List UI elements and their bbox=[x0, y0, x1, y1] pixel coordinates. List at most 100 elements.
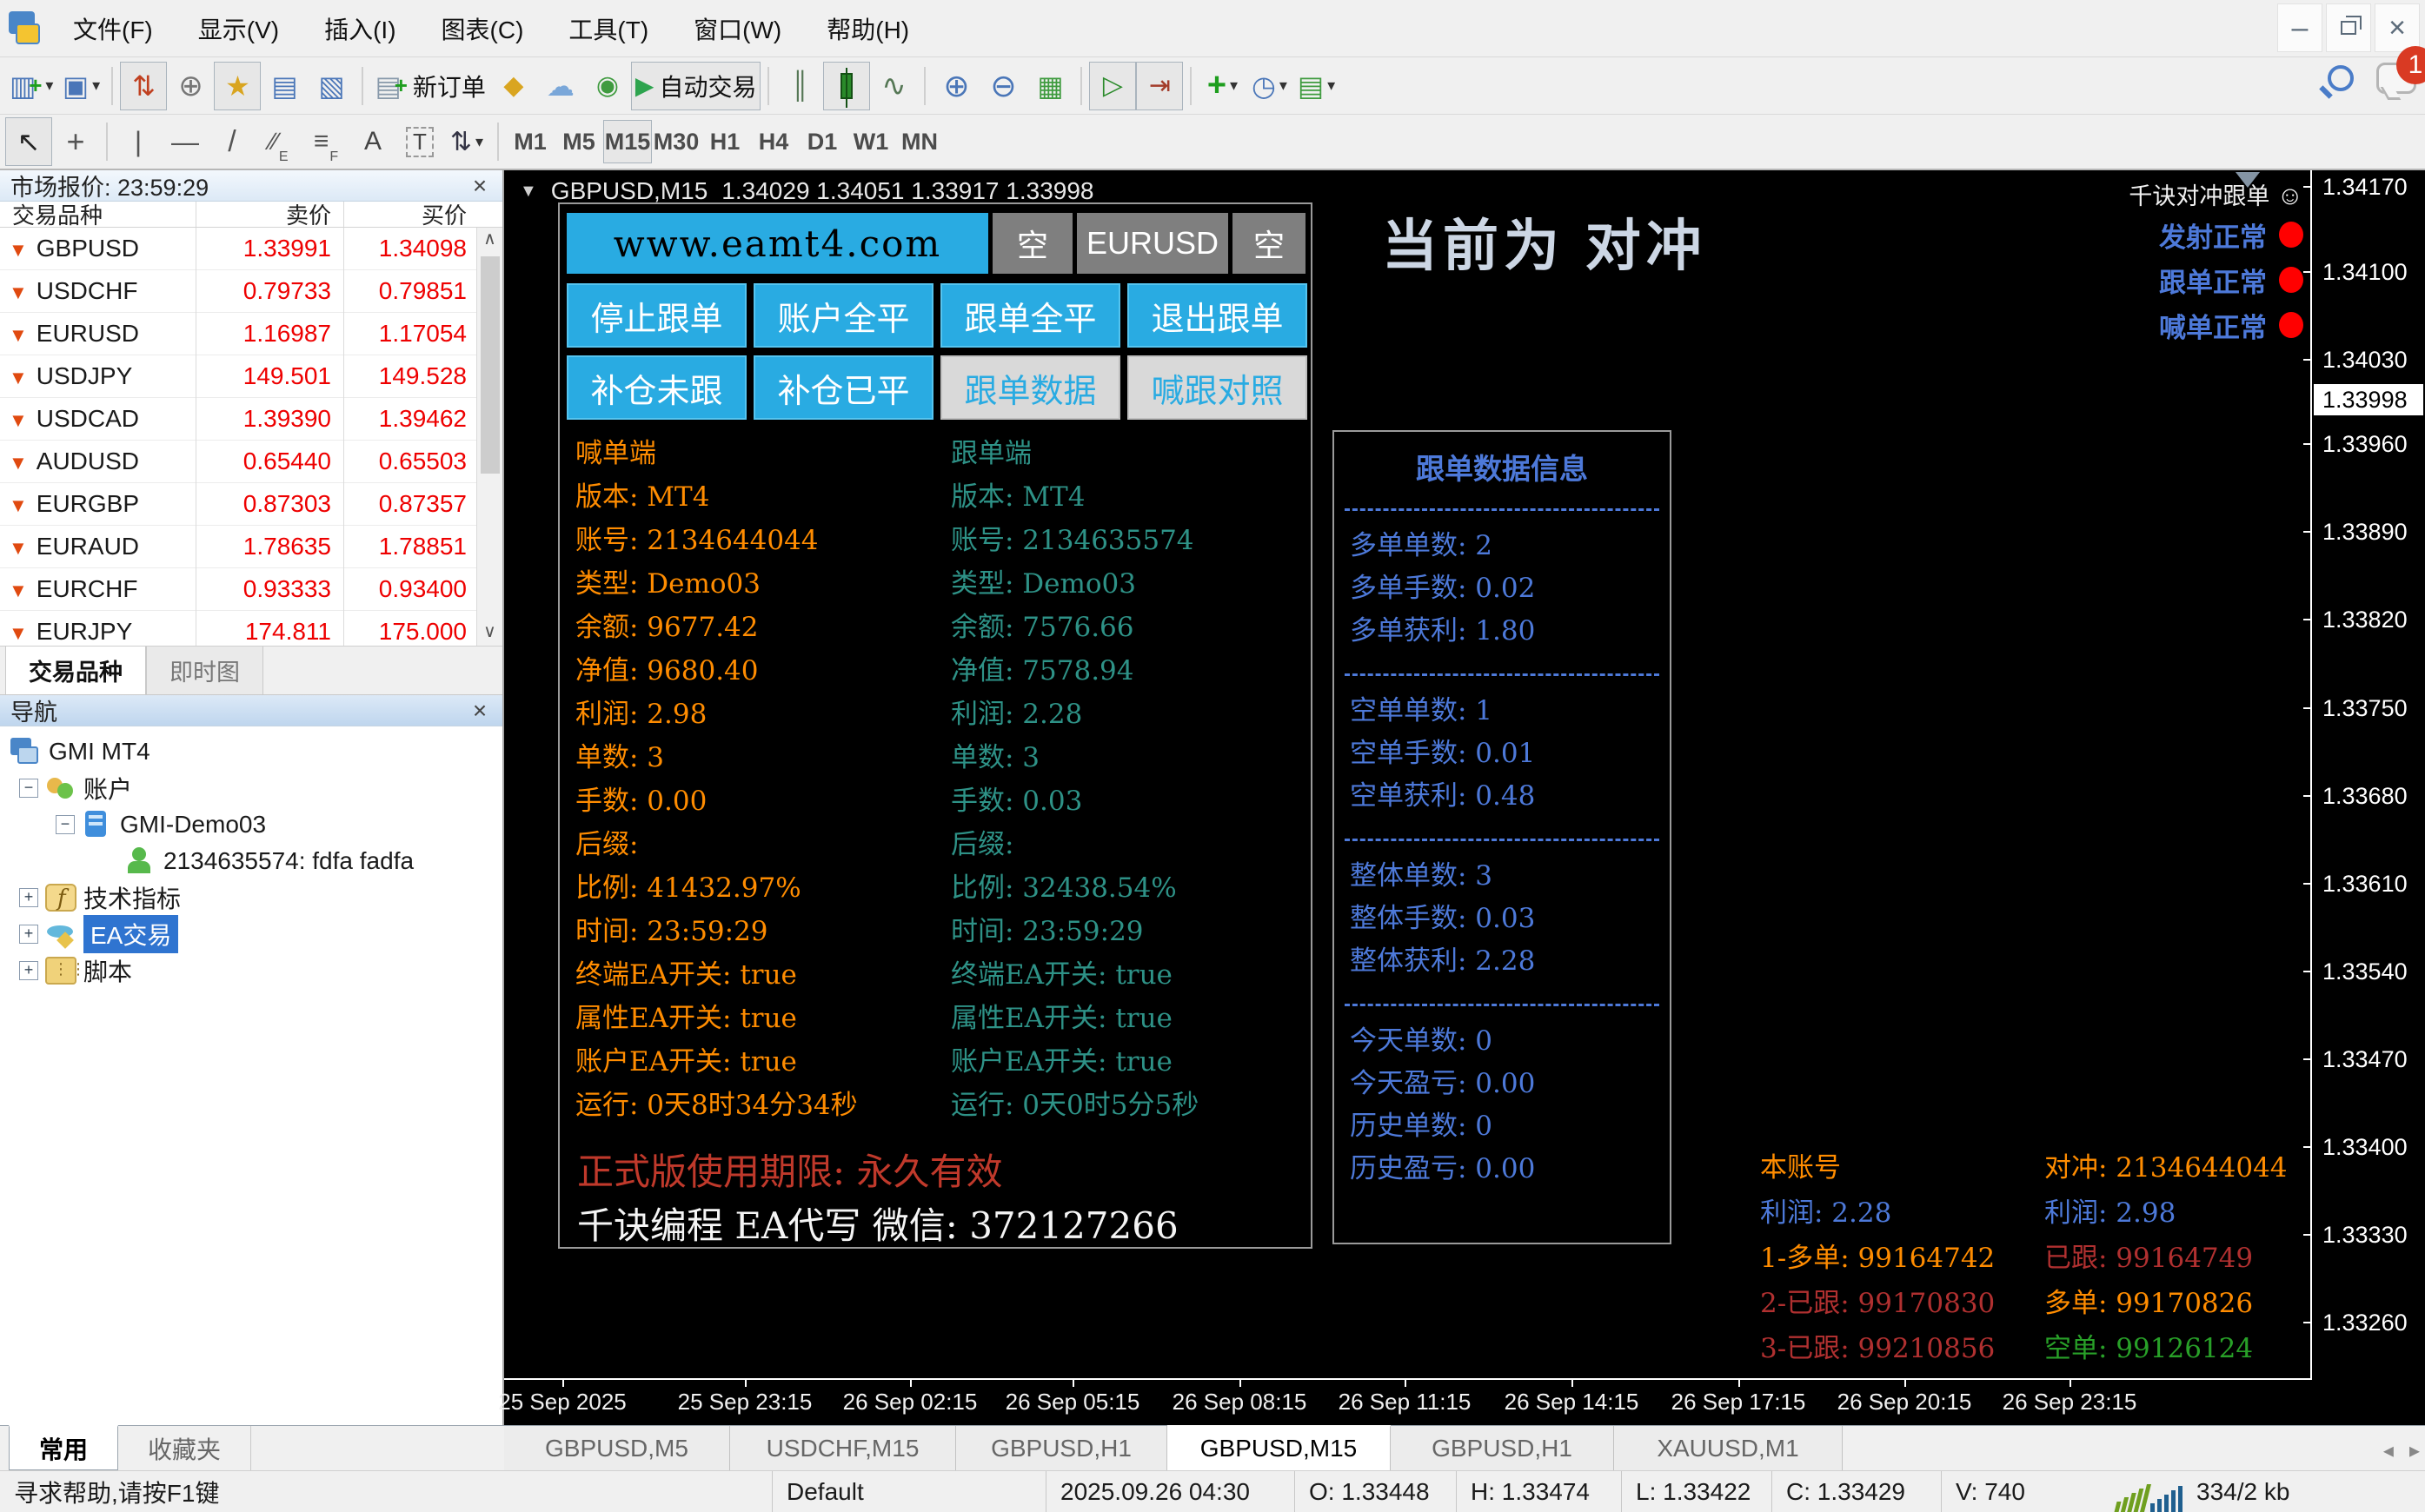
notifications-icon[interactable]: 1 bbox=[2376, 63, 2416, 94]
collapse-icon[interactable]: − bbox=[19, 779, 38, 798]
close-icon[interactable]: × bbox=[466, 172, 494, 200]
menu-charts[interactable]: 图表(C) bbox=[419, 0, 547, 56]
chart-tab-1[interactable]: USDCHF,M15 bbox=[730, 1426, 956, 1470]
bar-chart-button[interactable] bbox=[776, 62, 823, 110]
follow-data-button[interactable]: 跟单数据 bbox=[940, 355, 1120, 420]
tree-item-scripts[interactable]: + 脚本 bbox=[0, 952, 502, 989]
collapse-icon[interactable]: − bbox=[56, 815, 75, 834]
tree-item-accounts[interactable]: − 账户 bbox=[0, 770, 502, 806]
search-icon[interactable] bbox=[2328, 65, 2354, 91]
menu-view[interactable]: 显示(V) bbox=[176, 0, 302, 56]
menu-window[interactable]: 窗口(W) bbox=[671, 0, 804, 56]
minimize-button[interactable]: – bbox=[2277, 3, 2322, 52]
table-row[interactable]: USDJPY149.501149.528 bbox=[0, 355, 502, 398]
menu-insert[interactable]: 插入(I) bbox=[302, 0, 418, 56]
text-label-tool[interactable]: T bbox=[396, 117, 443, 166]
scroll-up-icon[interactable]: ∧ bbox=[483, 228, 496, 249]
auto-scroll-button[interactable] bbox=[1089, 62, 1136, 110]
tile-windows-button[interactable] bbox=[1026, 62, 1073, 110]
navigator-toggle[interactable] bbox=[214, 62, 261, 110]
chart-tab-3[interactable]: GBPUSD,M15 bbox=[1167, 1425, 1391, 1470]
chart-tab-4[interactable]: GBPUSD,H1 bbox=[1391, 1426, 1614, 1470]
chart-tab-2[interactable]: GBPUSD,H1 bbox=[956, 1426, 1167, 1470]
profiles-button[interactable] bbox=[57, 62, 104, 110]
close-icon[interactable]: × bbox=[466, 697, 494, 725]
menu-help[interactable]: 帮助(H) bbox=[804, 0, 932, 56]
table-row[interactable]: AUDUSD0.654400.65503 bbox=[0, 441, 502, 483]
sell-button-right[interactable]: 空 bbox=[1232, 213, 1306, 274]
tree-item-account[interactable]: 2134635574: fdfa fadfa bbox=[0, 843, 502, 879]
timeframe-d1[interactable]: D1 bbox=[798, 120, 847, 163]
table-row[interactable]: EURGBP0.873030.87357 bbox=[0, 483, 502, 526]
sell-button-left[interactable]: 空 bbox=[993, 213, 1073, 274]
refill-unfollowed-button[interactable]: 补仓未跟 bbox=[567, 355, 747, 420]
tab-scroll-left-icon[interactable]: ◂ bbox=[2383, 1438, 2394, 1463]
arrows-tool[interactable] bbox=[443, 117, 490, 166]
table-row[interactable]: EURUSD1.169871.17054 bbox=[0, 313, 502, 355]
cursor-tool[interactable] bbox=[5, 117, 52, 166]
scroll-down-icon[interactable]: ∨ bbox=[483, 620, 496, 642]
indicators-button[interactable] bbox=[1199, 62, 1246, 110]
zoom-in-button[interactable] bbox=[933, 62, 980, 110]
tree-item-root[interactable]: GMI MT4 bbox=[0, 733, 502, 770]
autotrading-button[interactable]: 自动交易 bbox=[631, 62, 761, 110]
expand-icon[interactable]: + bbox=[19, 961, 38, 980]
table-row[interactable]: EURCHF0.933330.93400 bbox=[0, 568, 502, 611]
close-button[interactable]: × bbox=[2375, 3, 2420, 52]
timeframe-m1[interactable]: M1 bbox=[506, 120, 555, 163]
crosshair-tool[interactable] bbox=[52, 117, 99, 166]
scrollbar-thumb[interactable] bbox=[481, 256, 500, 474]
tab-favorites[interactable]: 收藏夹 bbox=[118, 1426, 251, 1470]
timeframe-m5[interactable]: M5 bbox=[555, 120, 603, 163]
text-tool[interactable] bbox=[349, 117, 396, 166]
refill-closed-button[interactable]: 补仓已平 bbox=[754, 355, 933, 420]
data-window-toggle[interactable] bbox=[167, 62, 214, 110]
timeframe-m30[interactable]: M30 bbox=[652, 120, 701, 163]
table-row[interactable]: USDCAD1.393901.39462 bbox=[0, 398, 502, 441]
timeframe-h4[interactable]: H4 bbox=[749, 120, 798, 163]
timeframe-mn[interactable]: MN bbox=[895, 120, 944, 163]
market-watch-toggle[interactable] bbox=[120, 62, 167, 110]
close-all-account-button[interactable]: 账户全平 bbox=[754, 283, 933, 348]
cloud-button[interactable] bbox=[537, 62, 584, 110]
timeframe-m15[interactable]: M15 bbox=[603, 120, 652, 163]
line-chart-button[interactable] bbox=[870, 62, 917, 110]
restore-button[interactable] bbox=[2326, 3, 2371, 52]
chart-shift-button[interactable] bbox=[1136, 62, 1183, 110]
menu-file[interactable]: 文件(F) bbox=[50, 0, 176, 56]
chart-tab-5[interactable]: XAUUSD,M1 bbox=[1614, 1426, 1843, 1470]
table-row[interactable]: GBPUSD1.339911.34098 bbox=[0, 228, 502, 270]
exit-follow-button[interactable]: 退出跟单 bbox=[1127, 283, 1307, 348]
strategy-tester-toggle[interactable] bbox=[308, 62, 355, 110]
close-all-follow-button[interactable]: 跟单全平 bbox=[940, 283, 1120, 348]
horizontal-line-tool[interactable] bbox=[162, 117, 209, 166]
table-row[interactable]: EURJPY174.811175.000 bbox=[0, 611, 502, 647]
trendline-tool[interactable] bbox=[209, 117, 256, 166]
timeframe-w1[interactable]: W1 bbox=[847, 120, 895, 163]
vertical-line-tool[interactable] bbox=[115, 117, 162, 166]
zoom-out-button[interactable] bbox=[980, 62, 1026, 110]
tab-scroll-right-icon[interactable]: ▸ bbox=[2409, 1438, 2420, 1463]
symbol-button[interactable]: EURUSD bbox=[1077, 213, 1228, 274]
stop-follow-button[interactable]: 停止跟单 bbox=[567, 283, 747, 348]
channel-tool[interactable]: E bbox=[256, 117, 302, 166]
tab-symbols[interactable]: 交易品种 bbox=[5, 646, 146, 694]
fibonacci-tool[interactable]: F bbox=[302, 117, 349, 166]
table-row[interactable]: EURAUD1.786351.78851 bbox=[0, 526, 502, 568]
time-axis[interactable]: 25 Sep 2025 25 Sep 23:15 26 Sep 02:15 26… bbox=[504, 1380, 2425, 1425]
status-profile[interactable]: Default bbox=[772, 1471, 1046, 1512]
periods-button[interactable] bbox=[1246, 62, 1292, 110]
table-row[interactable]: USDCHF0.797330.79851 bbox=[0, 270, 502, 313]
chart-area[interactable]: ▼ GBPUSD,M15 1.34029 1.34051 1.33917 1.3… bbox=[504, 170, 2425, 1425]
price-scale[interactable]: 1.34170 1.34100 1.34030 1.33960 1.33890 … bbox=[2312, 170, 2425, 1380]
menu-tools[interactable]: 工具(T) bbox=[546, 0, 671, 56]
scrollbar[interactable]: ∧ ∨ bbox=[476, 228, 502, 646]
candlestick-button[interactable] bbox=[823, 62, 870, 110]
expand-icon[interactable]: + bbox=[19, 888, 38, 907]
tree-item-indicators[interactable]: + 技术指标 bbox=[0, 879, 502, 916]
expand-icon[interactable]: + bbox=[19, 925, 38, 944]
new-chart-button[interactable]: + bbox=[5, 62, 57, 110]
terminal-toggle[interactable] bbox=[261, 62, 308, 110]
community-button[interactable] bbox=[584, 62, 631, 110]
tab-tick-chart[interactable]: 即时图 bbox=[146, 646, 263, 694]
